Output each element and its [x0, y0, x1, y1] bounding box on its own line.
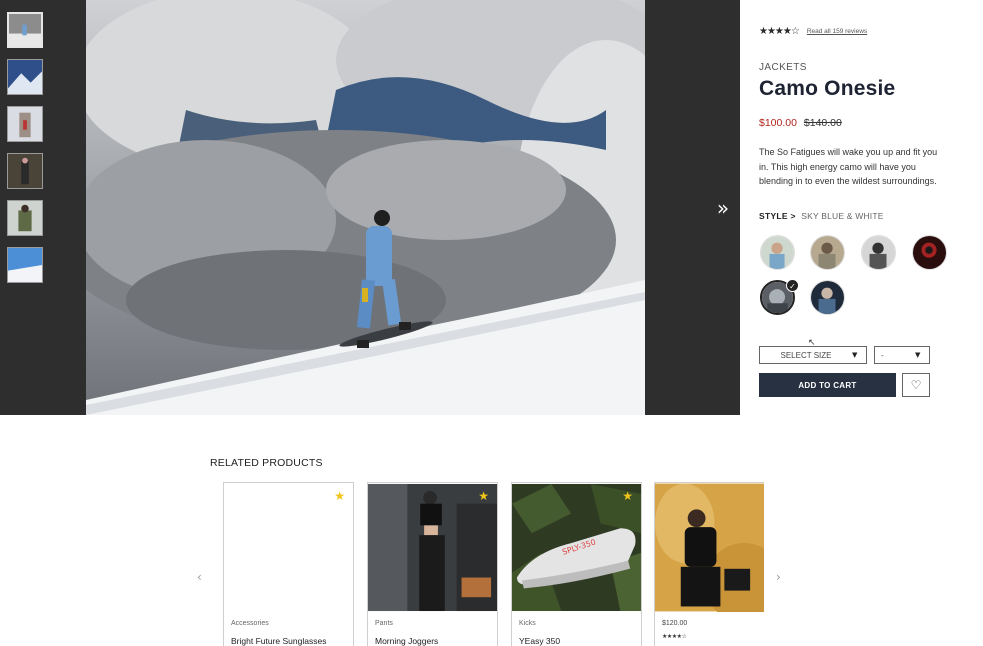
thumbnail-2[interactable] — [7, 59, 43, 95]
related-products-title: RELATED PRODUCTS — [210, 457, 323, 469]
product-card-category: Pants — [375, 620, 393, 627]
add-to-cart-button[interactable]: ADD TO CART — [759, 373, 896, 397]
caret-down-icon: ▼ — [915, 351, 921, 359]
product-title: Camo Onesie — [759, 77, 896, 100]
quantity-select-value: - — [881, 350, 884, 360]
related-product-card-1[interactable]: ★ Accessories Bright Future Sunglasses — [223, 482, 354, 646]
product-card-category: Accessories — [231, 620, 269, 627]
style-swatch-4[interactable] — [912, 235, 947, 270]
product-card-name: Morning Joggers — [375, 636, 439, 646]
style-swatch-2[interactable] — [810, 235, 845, 270]
thumbnail-5[interactable] — [7, 200, 43, 236]
style-swatch-3[interactable] — [861, 235, 896, 270]
quantity-select[interactable]: - ▼ — [874, 346, 930, 364]
product-category: JACKETS — [759, 62, 807, 73]
product-card-name: YEasy 350 — [519, 636, 561, 646]
related-product-card-2[interactable]: ★ Pants Morning Joggers — [367, 482, 498, 646]
next-image-button[interactable]: » — [712, 197, 734, 219]
thumbnail-1[interactable] — [7, 12, 43, 48]
rating-row: ★★★★☆ Read all 159 reviews — [759, 26, 867, 37]
related-product-card-4[interactable]: $120.00 ★★★★☆ — [654, 482, 764, 646]
style-swatch-1[interactable] — [760, 235, 795, 270]
favorite-star-icon[interactable]: ★ — [334, 489, 345, 503]
carousel-next-button[interactable]: › — [776, 570, 781, 584]
favorite-star-icon[interactable]: ★ — [478, 489, 489, 503]
thumbnail-strip — [7, 12, 43, 294]
style-row: STYLE > SKY BLUE & WHITE — [759, 211, 884, 221]
product-card-name: Bright Future Sunglasses — [231, 636, 327, 646]
product-description: The So Fatigues will wake you up and fit… — [759, 147, 938, 186]
read-reviews-link[interactable]: Read all 159 reviews — [807, 28, 867, 35]
product-card-stars: ★★★★☆ — [662, 633, 687, 640]
style-label: STYLE > — [759, 211, 796, 221]
main-product-image — [86, 0, 645, 415]
thumbnail-4[interactable] — [7, 153, 43, 189]
product-image — [655, 483, 764, 612]
original-price: $140.00 — [803, 117, 842, 129]
favorite-star-icon[interactable]: ★ — [622, 489, 633, 503]
product-gallery: » — [0, 0, 740, 415]
rating-stars: ★★★★☆ — [759, 26, 800, 37]
price-row: $100.00 $140.00 — [759, 117, 842, 129]
caret-down-icon: ▼ — [852, 351, 858, 359]
wishlist-heart-button[interactable]: ♡ — [902, 373, 930, 397]
product-image: ★ — [368, 483, 497, 612]
related-product-card-3[interactable]: SPLY-350 ★ Kicks YEasy 350 — [511, 482, 642, 646]
size-select[interactable]: SELECT SIZE ▼ — [759, 346, 867, 364]
thumbnail-6[interactable] — [7, 247, 43, 283]
style-value: SKY BLUE & WHITE — [801, 211, 884, 221]
product-image: ★ — [224, 483, 353, 612]
sale-price: $100.00 — [759, 117, 797, 129]
carousel-prev-button[interactable]: ‹ — [197, 570, 202, 584]
thumbnail-3[interactable] — [7, 106, 43, 142]
product-image: SPLY-350 ★ — [512, 483, 641, 612]
product-card-price: $120.00 — [662, 620, 688, 627]
product-card-category: Kicks — [519, 620, 536, 627]
style-swatch-6[interactable] — [810, 280, 845, 315]
size-select-value: SELECT SIZE — [780, 350, 832, 360]
selected-check-icon: ✓ — [786, 279, 799, 292]
